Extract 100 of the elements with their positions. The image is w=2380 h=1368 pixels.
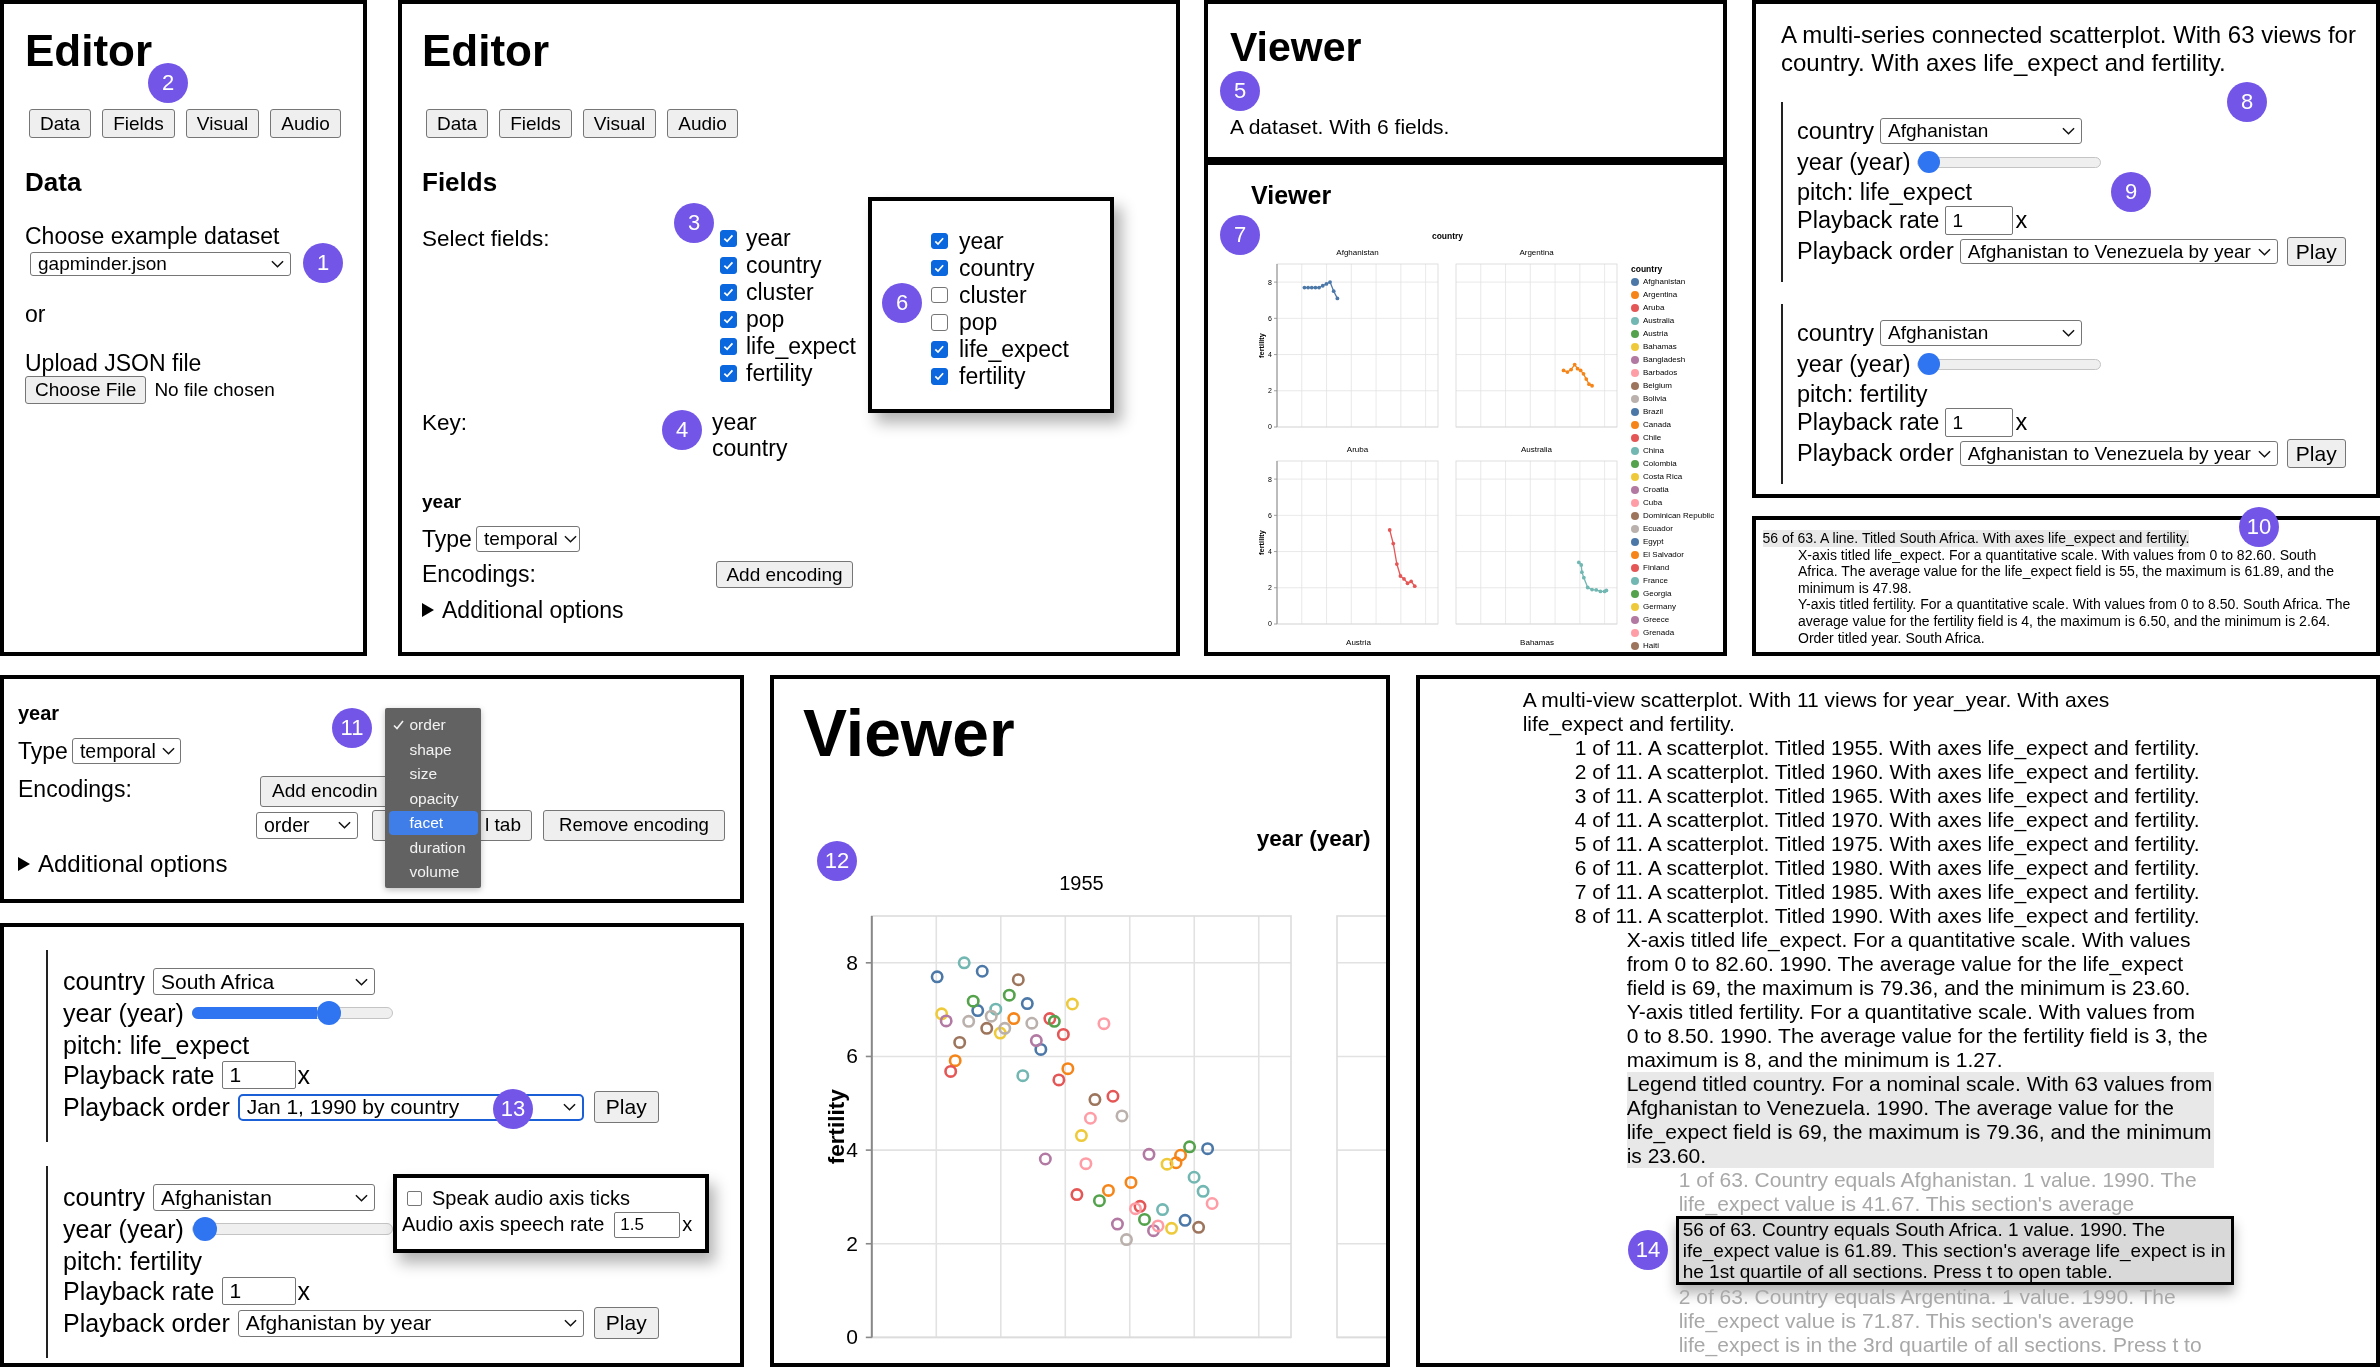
tab-button[interactable]: Audio (667, 109, 738, 138)
checkbox[interactable] (720, 229, 737, 247)
legend-label: Aruba (1643, 303, 1665, 312)
checkbox[interactable] (720, 337, 737, 355)
unit-label: x (2015, 207, 2028, 234)
checkmark-icon (934, 371, 945, 382)
menu-item[interactable]: volume (388, 859, 478, 885)
additional-options-toggle[interactable]: Additional options (18, 848, 228, 879)
slider-thumb[interactable] (317, 1001, 342, 1025)
menu-item[interactable]: facet (388, 810, 478, 836)
play-button[interactable]: Play (593, 1091, 659, 1123)
checkmark-icon (723, 341, 734, 352)
checkbox[interactable] (407, 1191, 422, 1207)
checkbox[interactable] (720, 256, 737, 274)
checkbox[interactable] (720, 365, 737, 382)
checkbox[interactable] (931, 259, 948, 277)
facet-title: Austria (1346, 638, 1371, 647)
control-label: Playback order (63, 1092, 230, 1122)
tab-button[interactable]: Visual (582, 109, 657, 138)
field-option-label: cluster (746, 278, 814, 306)
dropdown[interactable]: Afghanistan to Venezuela by year (1959, 441, 2278, 466)
checkbox[interactable] (931, 341, 948, 358)
dropdown[interactable]: temporal (475, 526, 580, 553)
checkmark-icon (723, 232, 734, 244)
input-field[interactable]: 1 (222, 1060, 297, 1090)
dropdown[interactable]: Afghanistan (153, 1183, 375, 1212)
input-field[interactable]: 1 (222, 1276, 297, 1306)
field-name: year (18, 701, 60, 725)
dropdown[interactable]: temporal (71, 737, 181, 765)
tab-button[interactable]: Audio (270, 109, 341, 138)
dropdown[interactable]: Afghanistan (1880, 320, 2083, 346)
description-text: 2 of 11. A scatterplot. Titled 1960. With axes life_expect and fertility. (1574, 760, 2200, 784)
checkbox[interactable] (931, 314, 948, 331)
legend-label: Grenada (1643, 628, 1675, 637)
description-text: 7 of 11. A scatterplot. Titled 1985. With axes life_expect and fertility. (1574, 880, 2200, 904)
control-label: country (63, 1183, 145, 1212)
checkbox-label: Speak audio axis ticks (432, 1187, 630, 1211)
axis-tick-label: 8 (846, 950, 858, 974)
input-field[interactable]: 1 (1945, 206, 2014, 235)
legend-label: Bolivia (1643, 394, 1667, 403)
dropdown[interactable]: Afghanistan to Venezuela by year (1959, 239, 2278, 264)
legend-label: Dominican Republic (1643, 511, 1715, 520)
menu-item[interactable]: shape (388, 737, 478, 762)
play-button[interactable]: Play (2286, 439, 2346, 468)
control-label: Playback rate (63, 1276, 215, 1306)
checkbox[interactable] (720, 283, 737, 301)
viewer-title: Viewer (803, 694, 1015, 771)
field-option-label: year (746, 224, 791, 252)
legend-label: Barbados (1643, 368, 1678, 377)
input-field[interactable]: 1 (1945, 408, 2014, 437)
tab-button[interactable]: Visual (185, 109, 260, 138)
tab-button[interactable]: Data (426, 109, 489, 138)
legend-label: Argentina (1643, 290, 1678, 299)
checkbox[interactable] (720, 310, 737, 328)
tab-button[interactable]: Fields (102, 109, 175, 138)
legend-label: Egypt (1643, 537, 1664, 546)
field-option-label: fertility (746, 360, 813, 387)
checkbox[interactable] (931, 287, 948, 304)
menu-item[interactable]: order (388, 712, 478, 738)
field-option-label: country (959, 254, 1035, 282)
field-label: Choose example dataset (25, 223, 280, 249)
chart-title: country (1431, 231, 1464, 241)
slider-thumb[interactable] (192, 1217, 217, 1241)
chevron-down-icon (338, 821, 351, 829)
legend-label: Afghanistan (1643, 277, 1686, 286)
field-option-label: pop (746, 305, 785, 333)
legend-label: Greece (1643, 615, 1670, 624)
legend-label: Costa Rica (1643, 472, 1683, 481)
play-button[interactable]: Play (2286, 237, 2346, 266)
play-button[interactable]: Play (593, 1307, 659, 1339)
control-label: pitch: life_expect (1797, 178, 1973, 206)
choose-file-button[interactable]: Choose File (25, 376, 147, 404)
add-encoding-button[interactable]: Add encoding (716, 561, 853, 589)
checkbox[interactable] (931, 232, 948, 250)
remove-encoding-button[interactable]: Remove encoding (543, 809, 725, 841)
unit-label: x (297, 1060, 310, 1090)
description-text: 8 of 11. A scatterplot. Titled 1990. With axes life_expect and fertility. (1574, 904, 2200, 928)
dropdown[interactable]: order (256, 811, 358, 839)
chevron-down-icon (563, 535, 577, 544)
additional-options-toggle[interactable]: Additional options (422, 596, 624, 625)
legend-label: Canada (1643, 420, 1672, 429)
input-field[interactable]: 1.5 (614, 1211, 681, 1238)
checkbox[interactable] (931, 368, 948, 385)
facet-title: Afghanistan (1336, 247, 1379, 257)
menu-item[interactable]: duration (388, 835, 478, 860)
dropdown[interactable]: Afghanistan by year (237, 1309, 584, 1337)
chevron-down-icon (355, 1193, 368, 1202)
callout-number: 7 (1220, 215, 1260, 255)
dropdown[interactable]: gapminder.json (30, 252, 291, 276)
facet-title: Aruba (1346, 444, 1369, 454)
data-point (1335, 296, 1340, 301)
tab-button[interactable]: Data (29, 109, 92, 138)
description-text: 6 of 11. A scatterplot. Titled 1980. With axes life_expect and fertility. (1574, 856, 2200, 880)
slider-thumb[interactable] (1917, 353, 1940, 375)
dropdown[interactable]: Afghanistan (1880, 118, 2083, 144)
axis-tick-label: 2 (846, 1231, 858, 1255)
legend-label: Bahamas (1643, 342, 1677, 351)
slider-thumb[interactable] (1917, 151, 1940, 173)
dropdown[interactable]: South Africa (153, 967, 375, 996)
tab-button[interactable]: Fields (499, 109, 572, 138)
